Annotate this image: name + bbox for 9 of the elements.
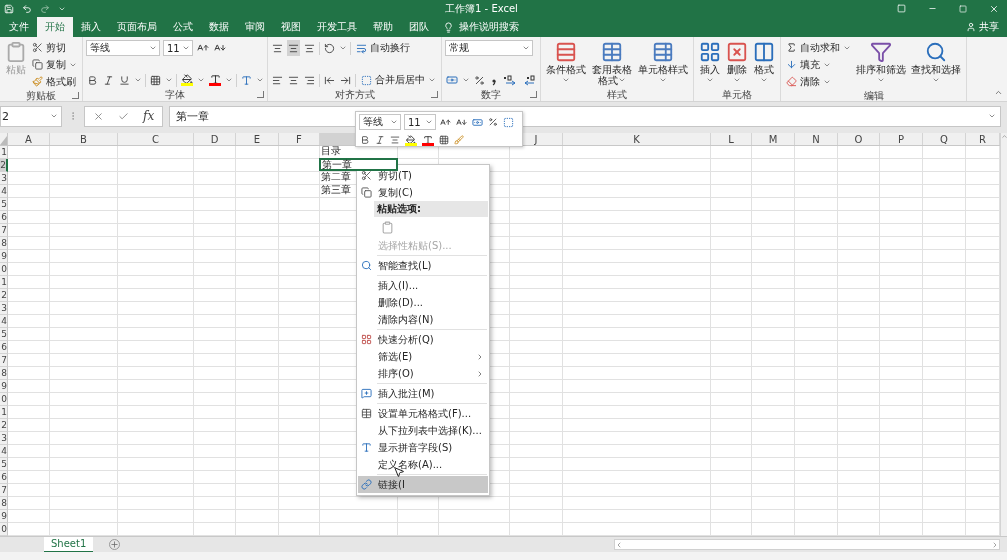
group-label: 单元格 [722, 87, 752, 102]
group-label: 数字 [481, 87, 501, 102]
menu-section-header: 粘贴选项: [374, 201, 488, 217]
group-label: 对齐方式 [334, 87, 375, 102]
group-label: 字体 [165, 87, 185, 102]
group-label: 样式 [607, 87, 627, 102]
group-label: 编辑 [863, 88, 884, 103]
group-label: 剪贴板 [26, 88, 56, 103]
window-title: 工作簿1 - Excel [444, 1, 519, 16]
